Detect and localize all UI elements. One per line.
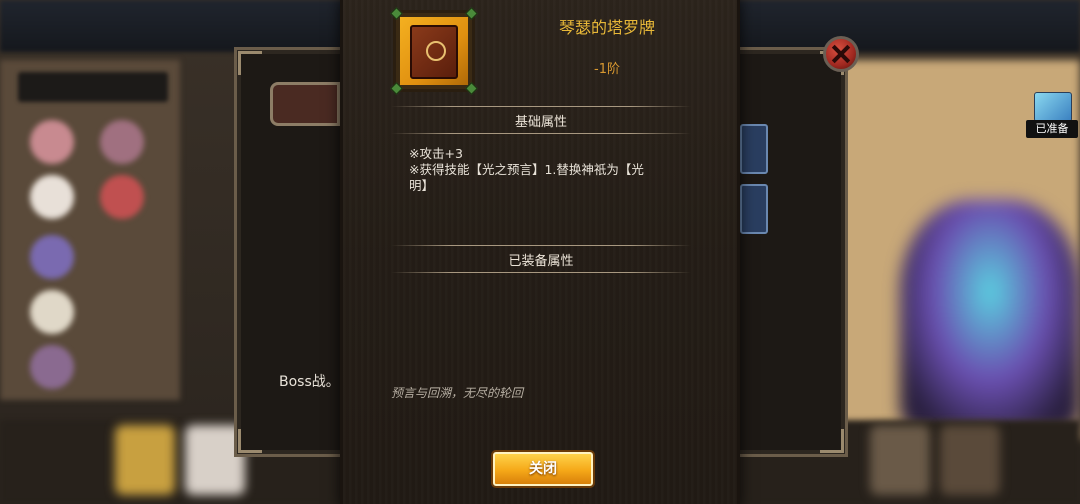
ready-badge[interactable]: 已准备	[1024, 92, 1080, 138]
background-avatar	[30, 175, 74, 219]
game-screen: Boss战。 已准备 琴瑟的塔罗牌 -1阶 基础属性 ※攻击+3 ※获得技能【光…	[0, 0, 1080, 504]
item-icon-background	[400, 17, 468, 85]
section-divider	[391, 106, 691, 107]
flavor-text: 预言与回溯，无尽的轮回	[391, 386, 524, 400]
attribute-line: ※获得技能【光之预言】1.替换神祇为【光	[409, 162, 644, 177]
section-title: 已装备属性	[508, 254, 574, 269]
frame-corner	[820, 429, 844, 453]
underlying-side-button[interactable]	[740, 184, 768, 234]
section-title: 基础属性	[514, 115, 567, 130]
background-avatar	[30, 345, 74, 389]
close-x-icon[interactable]	[823, 36, 859, 72]
frame-corner	[238, 51, 262, 75]
background-character	[900, 200, 1080, 430]
background-bottom-item	[940, 425, 1000, 495]
section-equipped-attributes: 已装备属性	[391, 245, 691, 273]
background-avatar	[30, 290, 74, 334]
underlying-description-text: Boss战。	[279, 374, 340, 390]
background-bottom-item	[870, 425, 930, 495]
section-divider	[391, 245, 691, 246]
treasure-chest-icon	[1034, 92, 1072, 122]
close-button[interactable]: 关闭	[493, 452, 593, 486]
tarot-card-icon	[390, 7, 478, 95]
background-avatar	[30, 120, 74, 164]
ready-badge-label: 已准备	[1026, 120, 1078, 138]
background-avatar	[100, 175, 144, 219]
section-divider	[391, 133, 691, 134]
frame-corner	[238, 429, 262, 453]
item-rank: -1阶	[594, 62, 620, 77]
item-detail-popup: 琴瑟的塔罗牌 -1阶 基础属性 ※攻击+3 ※获得技能【光之预言】1.替换神祇为…	[340, 0, 740, 504]
attribute-line: ※攻击+3	[409, 146, 463, 161]
attribute-list: ※攻击+3 ※获得技能【光之预言】1.替换神祇为【光 明】	[409, 146, 689, 194]
back-arrow-button[interactable]	[270, 82, 340, 126]
section-divider	[391, 272, 691, 273]
background-left-panel	[0, 60, 180, 400]
background-avatar	[30, 235, 74, 279]
item-book-cover	[410, 25, 458, 79]
background-bottom-item	[115, 425, 175, 495]
attribute-line: 明】	[409, 178, 435, 193]
background-avatar	[100, 120, 144, 164]
item-name: 琴瑟的塔罗牌	[558, 18, 655, 37]
section-base-attributes: 基础属性	[391, 106, 691, 134]
underlying-side-button[interactable]	[740, 124, 768, 174]
background-left-title	[18, 72, 168, 102]
item-ornament	[426, 41, 446, 61]
